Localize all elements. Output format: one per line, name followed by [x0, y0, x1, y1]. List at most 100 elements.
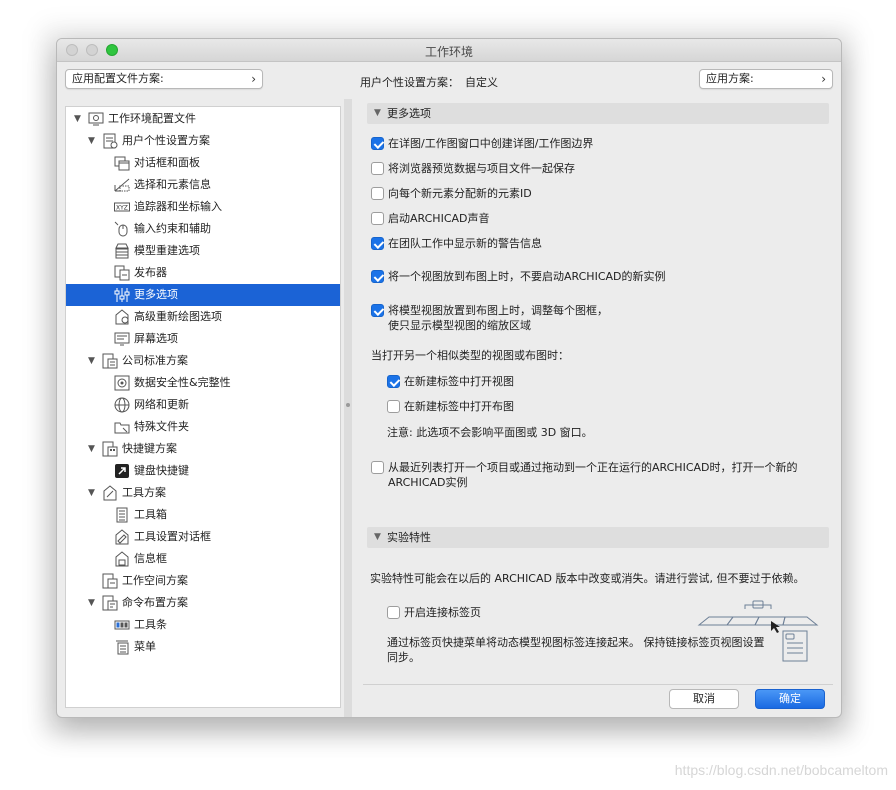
menu-icon [114, 639, 130, 655]
tree-item[interactable]: ▼ 工具方案 [66, 482, 340, 504]
tree-item-label: 模型重建选项 [134, 244, 200, 257]
svg-text:XYZ: XYZ [116, 205, 128, 212]
checkbox[interactable] [371, 461, 384, 474]
disclosure-triangle-icon[interactable]: ▼ [88, 350, 95, 372]
apply-scheme-combo[interactable]: 应用方案: › [699, 69, 833, 89]
tree-item-label: 发布器 [134, 266, 167, 279]
apply-scheme-combo-label: 应用方案: [706, 72, 754, 85]
apply-profile-combo-label: 应用配置文件方案: [72, 72, 164, 85]
option-label: 在新建标签中打开视图 [404, 375, 514, 388]
tree-item-label: 工具设置对话框 [134, 530, 211, 543]
tree-item-label: 信息框 [134, 552, 167, 565]
network-globe-icon [114, 397, 130, 413]
option-label-line2: 使只显示模型视图的缩放区域 [388, 319, 531, 332]
tree-item[interactable]: 选择和元素信息 [66, 174, 340, 196]
screen-options-icon [114, 331, 130, 347]
checkbox[interactable] [371, 212, 384, 225]
tree-item-label: 追踪器和坐标输入 [134, 200, 222, 213]
tree-item-label: 工具箱 [134, 508, 167, 521]
tree-item[interactable]: ▼ 快捷键方案 [66, 438, 340, 460]
command-layout-icon [102, 595, 118, 611]
tree-item[interactable]: 输入约束和辅助 [66, 218, 340, 240]
note-text: 注意: 此选项不会影响平面图或 3D 窗口。 [387, 426, 593, 439]
tree-item-label: 对话框和面板 [134, 156, 200, 169]
disclosure-triangle-icon[interactable]: ▼ [74, 108, 81, 130]
more-options-header[interactable]: ▼ 更多选项 [367, 103, 829, 124]
tree-item-label: 选择和元素信息 [134, 178, 211, 191]
chevron-right-icon: › [251, 72, 256, 86]
disclosure-triangle-icon[interactable]: ▼ [88, 482, 95, 504]
apply-profile-combo[interactable]: 应用配置文件方案: › [65, 69, 263, 89]
title-bar[interactable]: 工作环境 [57, 39, 841, 62]
checkbox[interactable] [371, 270, 384, 283]
checkbox[interactable] [371, 162, 384, 175]
tree-item[interactable]: 菜单 [66, 636, 340, 658]
experimental-title: 实验特性 [387, 531, 431, 544]
checkbox[interactable] [371, 187, 384, 200]
redraw-options-icon [114, 309, 130, 325]
tree-item[interactable]: 发布器 [66, 262, 340, 284]
tool-settings-icon [114, 529, 130, 545]
option-label: 在新建标签中打开布图 [404, 400, 514, 413]
data-safety-icon [114, 375, 130, 391]
tree-item[interactable]: 工具箱 [66, 504, 340, 526]
dialog-panel-icon [114, 155, 130, 171]
checkbox[interactable] [371, 137, 384, 150]
option-label: 开启连接标签页 [404, 606, 481, 619]
splitter-grip[interactable] [346, 403, 350, 407]
disclosure-down-icon[interactable]: ▼ [374, 103, 381, 124]
checkbox[interactable] [371, 237, 384, 250]
tree-item[interactable]: 高级重新绘图选项 [66, 306, 340, 328]
tree-item[interactable]: XYZ 追踪器和坐标输入 [66, 196, 340, 218]
tree-item-label: 屏幕选项 [134, 332, 178, 345]
footer-separator [363, 684, 833, 685]
tree-item[interactable]: 网络和更新 [66, 394, 340, 416]
tree-item[interactable]: ▼ 工作环境配置文件 [66, 108, 340, 130]
workspace-profile-icon [88, 111, 104, 127]
disclosure-triangle-icon[interactable]: ▼ [88, 130, 95, 152]
tree-item[interactable]: ▼ 用户个性设置方案 [66, 130, 340, 152]
option-label: 在详图/工作图窗口中创建详图/工作图边界 [388, 137, 594, 150]
disclosure-triangle-icon[interactable]: ▼ [88, 438, 95, 460]
shortcut-scheme-icon [102, 441, 118, 457]
experimental-header[interactable]: ▼ 实验特性 [367, 527, 829, 548]
toolbox-icon [114, 507, 130, 523]
tree-item-label: 菜单 [134, 640, 156, 653]
disclosure-down-icon[interactable]: ▼ [374, 527, 381, 548]
user-scheme-label: 用户个性设置方案： [360, 76, 459, 89]
tree-item[interactable]: 工具条 [66, 614, 340, 636]
info-box-icon [114, 551, 130, 567]
tree-item[interactable]: 对话框和面板 [66, 152, 340, 174]
tree-item[interactable]: 工作空间方案 [66, 570, 340, 592]
option-label: 将浏览器预览数据与项目文件一起保存 [388, 162, 575, 175]
tree-item[interactable]: 数据安全性&完整性 [66, 372, 340, 394]
cancel-button[interactable]: 取消 [669, 689, 739, 709]
settings-tree[interactable]: ▼ 工作环境配置文件 ▼ 用户个性设置方案对话框和面板 选择和元素信息 XYZ 追踪器和坐标… [65, 106, 341, 708]
tree-item[interactable]: ▼ 公司标准方案 [66, 350, 340, 372]
toolbar-icon [114, 617, 130, 633]
ok-button[interactable]: 确定 [755, 689, 825, 709]
option-label: 将一个视图放到布图上时，不要启动ARCHICAD的新实例 [388, 270, 666, 283]
tree-item[interactable]: 屏幕选项 [66, 328, 340, 350]
tree-item[interactable]: 模型重建选项 [66, 240, 340, 262]
tree-item-label: 特殊文件夹 [134, 420, 189, 433]
option-label: 启动ARCHICAD声音 [388, 212, 490, 225]
checkbox[interactable] [387, 400, 400, 413]
checkbox[interactable] [387, 375, 400, 388]
option-label: 向每个新元素分配新的元素ID [388, 187, 532, 200]
company-standards-icon [102, 353, 118, 369]
tree-item[interactable]: ▼ 命令布置方案 [66, 592, 340, 614]
tree-item[interactable]: 特殊文件夹 [66, 416, 340, 438]
checkbox[interactable] [371, 304, 384, 317]
rebuild-model-icon [114, 243, 130, 259]
tree-item[interactable]: 键盘快捷键 [66, 460, 340, 482]
tree-item[interactable]: 信息框 [66, 548, 340, 570]
pane-splitter[interactable] [344, 99, 352, 717]
linked-tabs-description-line2: 同步。 [387, 651, 420, 664]
tree-item[interactable]: 工具设置对话框 [66, 526, 340, 548]
tree-item[interactable]: 更多选项 [66, 284, 340, 306]
tree-item-label: 高级重新绘图选项 [134, 310, 222, 323]
checkbox[interactable] [387, 606, 400, 619]
option-label-line2: ARCHICAD实例 [388, 476, 468, 489]
disclosure-triangle-icon[interactable]: ▼ [88, 592, 95, 614]
